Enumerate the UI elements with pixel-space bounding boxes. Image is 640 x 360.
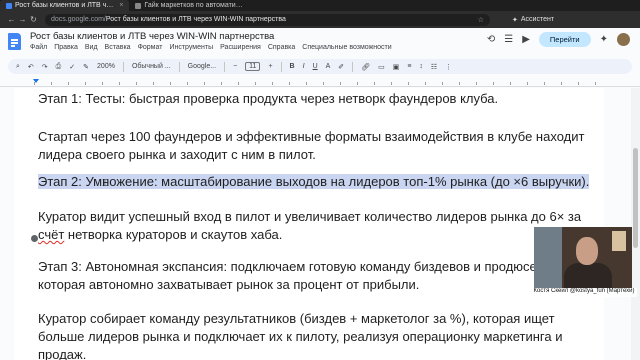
docs-favicon-icon [6, 2, 12, 9]
google-docs-logo-icon[interactable] [8, 33, 21, 50]
tab-label: Рост базы клиентов и ЛТВ ч… [15, 2, 114, 9]
webcam-window-background [534, 227, 562, 288]
font-size-input[interactable]: 11 [245, 62, 261, 71]
history-icon[interactable]: ⟲ [487, 34, 495, 45]
list-icon[interactable]: ☷ [431, 63, 437, 71]
menu-item[interactable]: Формат [138, 44, 163, 51]
bookmark-star-icon[interactable]: ☆ [478, 16, 484, 24]
toolbar-divider [122, 61, 124, 72]
docs-app: Рост базы клиентов и ЛТВ через WIN-WIN п… [0, 28, 640, 360]
vertical-scrollbar[interactable] [631, 88, 640, 360]
more-options-icon[interactable]: ⋮ [445, 63, 452, 71]
assistant-button[interactable]: ✦ Ассистент [512, 16, 554, 24]
highlight-icon[interactable]: ✐ [338, 63, 344, 71]
url-host: docs.google.com [51, 16, 104, 23]
spellcheck-icon[interactable]: ✓ [69, 63, 75, 71]
menu-item[interactable]: Расширения [220, 44, 261, 51]
link-icon[interactable]: 🔗︎ [361, 63, 370, 71]
close-tab-icon[interactable]: × [119, 2, 123, 9]
image-icon[interactable]: ▣ [393, 63, 400, 71]
toolbar-divider [352, 61, 354, 72]
paint-format-icon[interactable]: ✎ [83, 63, 89, 71]
ruler-ticks [34, 82, 604, 85]
gemini-icon[interactable]: ✦ [600, 34, 608, 45]
docs-header: Рост базы клиентов и ЛТВ через WIN-WIN п… [0, 28, 640, 56]
webcam-person-face [576, 237, 598, 265]
webcam-person-body [564, 263, 612, 288]
webcam-overlay [534, 227, 632, 288]
text-color-icon[interactable]: A [326, 63, 331, 70]
paragraph-startup[interactable]: Стартап через 100 фаундеров и эффективны… [38, 128, 598, 164]
header-actions: ⟲ ☰ ▶ Перейти ✦ [487, 32, 630, 47]
paragraph-team[interactable]: Куратор собирает команду результатников … [38, 310, 598, 360]
redo-icon[interactable]: ↷ [42, 63, 48, 71]
webcam-lamp [612, 231, 626, 251]
toolbar-divider [178, 61, 180, 72]
drag-handle-icon[interactable] [31, 235, 38, 242]
menu-bar: Файл Правка Вид Вставка Формат Инструменты Рас… [30, 44, 392, 51]
sparkle-icon: ✦ [512, 16, 518, 24]
share-button[interactable]: Перейти [538, 32, 591, 47]
font-size-increase-icon[interactable]: + [268, 63, 272, 70]
document-title[interactable]: Рост базы клиентов и ЛТВ через WIN-WIN п… [30, 31, 274, 42]
ruler [0, 77, 640, 87]
meet-icon[interactable]: ▶ [522, 34, 530, 45]
paragraph-curator[interactable]: Куратор видит успешный вход в пилот и ув… [38, 208, 598, 244]
text-run: нетворка кураторов и скаутов хаба. [64, 227, 283, 242]
undo-icon[interactable]: ↶ [28, 63, 34, 71]
font-select[interactable]: Google... [188, 63, 216, 70]
search-icon[interactable]: ⌕ [16, 63, 20, 71]
back-arrow-icon[interactable]: ← [6, 15, 17, 24]
assistant-label: Ассистент [520, 16, 555, 23]
bold-icon[interactable]: B [290, 63, 295, 70]
avatar[interactable] [617, 33, 630, 46]
document-page[interactable]: Этап 1: Тесты: быстрая проверка продукта… [14, 88, 604, 360]
toolbar-divider [280, 61, 282, 72]
forward-arrow-icon[interactable]: → [17, 15, 28, 24]
align-icon[interactable]: ≡ [407, 63, 411, 70]
menu-item[interactable]: Файл [30, 44, 47, 51]
paragraph-stage-2[interactable]: Этап 2: Умножение: масштабирование выход… [38, 173, 598, 191]
paragraph-stage-1[interactable]: Этап 1: Тесты: быстрая проверка продукта… [38, 90, 598, 108]
menu-item[interactable]: Вставка [105, 44, 131, 51]
line-spacing-icon[interactable]: ↕ [419, 63, 423, 70]
zoom-select[interactable]: 200% [97, 63, 115, 70]
menu-item[interactable]: Вид [85, 44, 98, 51]
text-run: Куратор видит успешный вход в пилот и ув… [38, 209, 582, 224]
comment-add-icon[interactable]: ▭ [378, 63, 385, 71]
address-bar-row: ← → ↻ docs.google.com / Рост базы клиент… [0, 11, 640, 28]
underline-icon[interactable]: U [313, 63, 318, 70]
menu-item[interactable]: Правка [54, 44, 78, 51]
menu-item[interactable]: Инструменты [169, 44, 213, 51]
print-icon[interactable]: ⎙ [56, 63, 62, 71]
tab-active-doc[interactable]: Рост базы клиентов и ЛТВ ч… × [0, 0, 130, 11]
url-input[interactable]: docs.google.com / Рост базы клиентов и Л… [45, 13, 490, 26]
comments-icon[interactable]: ☰ [504, 34, 513, 45]
menu-item[interactable]: Специальные возможности [302, 44, 391, 51]
tab-second[interactable]: Гайк маркетков по автомати… [129, 0, 248, 11]
style-select[interactable]: Обычный ... [132, 63, 171, 70]
spellcheck-word[interactable]: счёт [38, 227, 64, 242]
reload-icon[interactable]: ↻ [28, 15, 39, 24]
page-favicon-icon [135, 2, 142, 9]
tab-label: Гайк маркетков по автомати… [144, 2, 243, 9]
italic-icon[interactable]: I [303, 63, 305, 70]
indent-marker-icon[interactable] [33, 79, 39, 83]
toolbar-divider [224, 61, 226, 72]
scrollbar-thumb[interactable] [633, 148, 638, 248]
text-cursor-icon: ⌶ [102, 178, 108, 189]
paragraph-stage-3[interactable]: Этап 3: Автономная экспансия: подключаем… [38, 258, 598, 294]
font-size-decrease-icon[interactable]: − [233, 63, 237, 70]
selected-text[interactable]: Этап 2: Умножение: масштабирование выход… [38, 174, 590, 189]
menu-item[interactable]: Справка [268, 44, 295, 51]
formatting-toolbar: ⌕ ↶ ↷ ⎙ ✓ ✎ 200% Обычный ... Google... −… [8, 59, 632, 74]
url-path: Рост базы клиентов и ЛТВ через WIN-WIN п… [105, 16, 286, 23]
webcam-caption: Костя Скейл @kostya_fun (Мартехи) [531, 288, 637, 297]
browser-tab-bar: Рост базы клиентов и ЛТВ ч… × Гайк марке… [0, 0, 640, 11]
